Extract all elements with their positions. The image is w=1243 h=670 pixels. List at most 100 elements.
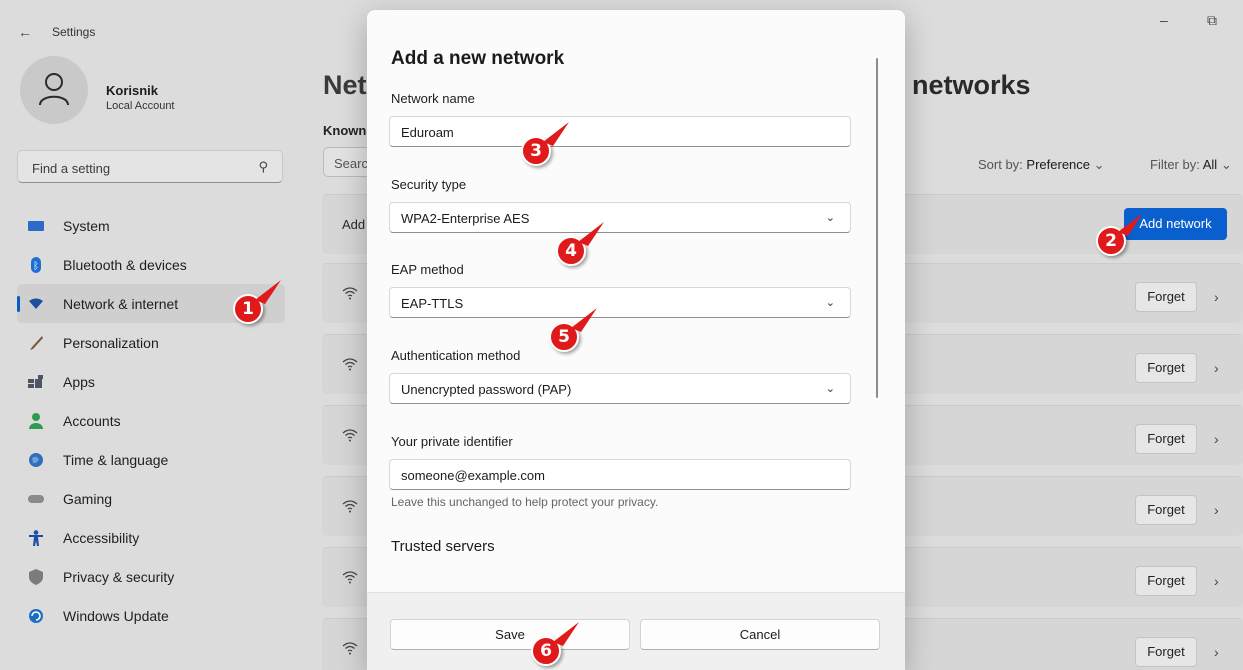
- sidebar-item-bluetooth[interactable]: ᛒ Bluetooth & devices: [17, 245, 285, 284]
- update-icon: [27, 607, 45, 625]
- apps-icon: [27, 373, 45, 391]
- profile-account-type: Local Account: [106, 100, 175, 112]
- sidebar-item-label: System: [63, 217, 110, 234]
- networks-search-placeholder: Searc: [334, 156, 368, 171]
- sidebar-item-accounts[interactable]: Accounts: [17, 401, 285, 440]
- marker-pointer: [578, 222, 604, 246]
- accounts-icon: [27, 412, 45, 430]
- eap-method-select[interactable]: EAP-TTLS ⌄: [389, 287, 851, 318]
- wifi-icon: [342, 642, 358, 655]
- sidebar-item-accessibility[interactable]: Accessibility: [17, 518, 285, 557]
- minimize-button[interactable]: –: [1160, 12, 1168, 28]
- security-type-label: Security type: [391, 177, 467, 192]
- marker-pointer: [553, 622, 579, 646]
- marker-pointer: [571, 308, 597, 332]
- chevron-down-icon: ⌄: [1093, 157, 1105, 172]
- profile-name: Korisnik: [106, 83, 159, 98]
- forget-button[interactable]: Forget: [1135, 637, 1197, 667]
- system-icon: [27, 217, 45, 235]
- network-icon: [27, 295, 45, 313]
- chevron-right-icon[interactable]: ›: [1214, 431, 1219, 447]
- search-icon: ⚲: [258, 159, 268, 174]
- avatar[interactable]: [20, 56, 88, 124]
- auth-method-label: Authentication method: [391, 348, 521, 363]
- wifi-icon: [342, 500, 358, 513]
- sidebar-item-label: Network & internet: [63, 295, 179, 312]
- chevron-right-icon[interactable]: ›: [1214, 502, 1219, 518]
- user-icon: [39, 73, 69, 106]
- save-button[interactable]: Save: [390, 619, 630, 650]
- sidebar-item-label: Accounts: [63, 412, 121, 429]
- chevron-right-icon[interactable]: ›: [1214, 644, 1219, 660]
- chevron-down-icon: ⌄: [825, 297, 835, 309]
- sidebar-nav: System ᛒ Bluetooth & devices Network & i…: [17, 206, 285, 635]
- sidebar-item-label: Privacy & security: [63, 568, 175, 585]
- sort-label: Sort by:: [978, 157, 1023, 172]
- sidebar-item-label: Apps: [63, 373, 95, 390]
- page-title-fragment-right: networks: [912, 70, 1031, 100]
- private-identifier-input[interactable]: someone@example.com: [389, 459, 851, 490]
- sidebar-item-time-language[interactable]: Time & language: [17, 440, 285, 479]
- wifi-icon: [342, 287, 358, 300]
- chevron-down-icon: ⌄: [1220, 157, 1232, 172]
- sidebar-item-windows-update[interactable]: Windows Update: [17, 596, 285, 635]
- dialog-footer: Save Cancel: [367, 592, 905, 670]
- wifi-icon: [342, 358, 358, 371]
- search-placeholder: Find a setting: [32, 161, 111, 176]
- network-name-value: Eduroam: [401, 125, 454, 140]
- bluetooth-icon: ᛒ: [27, 256, 45, 274]
- auth-method-value: Unencrypted password (PAP): [401, 382, 572, 397]
- filter-label: Filter by:: [1150, 157, 1200, 172]
- accessibility-icon: [27, 529, 45, 547]
- marker-pointer: [543, 122, 569, 146]
- private-identifier-label: Your private identifier: [391, 434, 513, 449]
- sort-dropdown[interactable]: Sort by: Preference ⌄: [978, 157, 1105, 173]
- svg-text:ᛒ: ᛒ: [33, 261, 39, 272]
- sidebar-item-label: Personalization: [63, 334, 159, 351]
- restore-button[interactable]: ⧉: [1207, 12, 1217, 29]
- filter-dropdown[interactable]: Filter by: All ⌄: [1150, 157, 1232, 173]
- forget-button[interactable]: Forget: [1135, 353, 1197, 383]
- search-input[interactable]: Find a setting ⚲: [17, 150, 283, 183]
- page-title-fragment: Net: [323, 70, 367, 100]
- add-network-row-label: Add: [342, 217, 366, 232]
- cancel-button[interactable]: Cancel: [640, 619, 880, 650]
- chevron-right-icon[interactable]: ›: [1214, 360, 1219, 376]
- chevron-right-icon[interactable]: ›: [1214, 573, 1219, 589]
- forget-button[interactable]: Forget: [1135, 424, 1197, 454]
- gamepad-icon: [27, 490, 45, 508]
- sidebar-item-privacy[interactable]: Privacy & security: [17, 557, 285, 596]
- forget-button[interactable]: Forget: [1135, 282, 1197, 312]
- trusted-servers-label: Trusted servers: [391, 538, 495, 555]
- marker-pointer: [255, 280, 281, 304]
- wifi-icon: [342, 571, 358, 584]
- sidebar-item-label: Time & language: [63, 451, 169, 468]
- sidebar-item-apps[interactable]: Apps: [17, 362, 285, 401]
- globe-icon: [27, 451, 45, 469]
- brush-icon: [27, 334, 45, 352]
- back-arrow-icon[interactable]: ←: [18, 24, 32, 40]
- sort-value: Preference: [1026, 157, 1091, 172]
- app-title: Settings: [52, 25, 96, 39]
- security-type-select[interactable]: WPA2-Enterprise AES ⌄: [389, 202, 851, 233]
- sidebar-item-personalization[interactable]: Personalization: [17, 323, 285, 362]
- sidebar-item-gaming[interactable]: Gaming: [17, 479, 285, 518]
- eap-method-label: EAP method: [391, 262, 464, 277]
- active-indicator: [17, 296, 20, 312]
- auth-method-select[interactable]: Unencrypted password (PAP) ⌄: [389, 373, 851, 404]
- add-network-dialog: Add a new network Network name Eduroam S…: [367, 10, 905, 670]
- sidebar-item-system[interactable]: System: [17, 206, 285, 245]
- network-name-input[interactable]: Eduroam: [389, 116, 851, 147]
- chevron-down-icon: ⌄: [825, 383, 835, 395]
- shield-icon: [27, 568, 45, 586]
- forget-button[interactable]: Forget: [1135, 566, 1197, 596]
- dialog-scrollbar[interactable]: [876, 58, 878, 398]
- network-name-label: Network name: [391, 91, 475, 106]
- private-identifier-help: Leave this unchanged to help protect you…: [391, 495, 659, 509]
- chevron-right-icon[interactable]: ›: [1214, 289, 1219, 305]
- wifi-icon: [342, 429, 358, 442]
- sidebar-item-label: Gaming: [63, 490, 113, 507]
- forget-button[interactable]: Forget: [1135, 495, 1197, 525]
- sidebar-item-label: Windows Update: [63, 607, 169, 624]
- filter-value: All: [1202, 157, 1218, 172]
